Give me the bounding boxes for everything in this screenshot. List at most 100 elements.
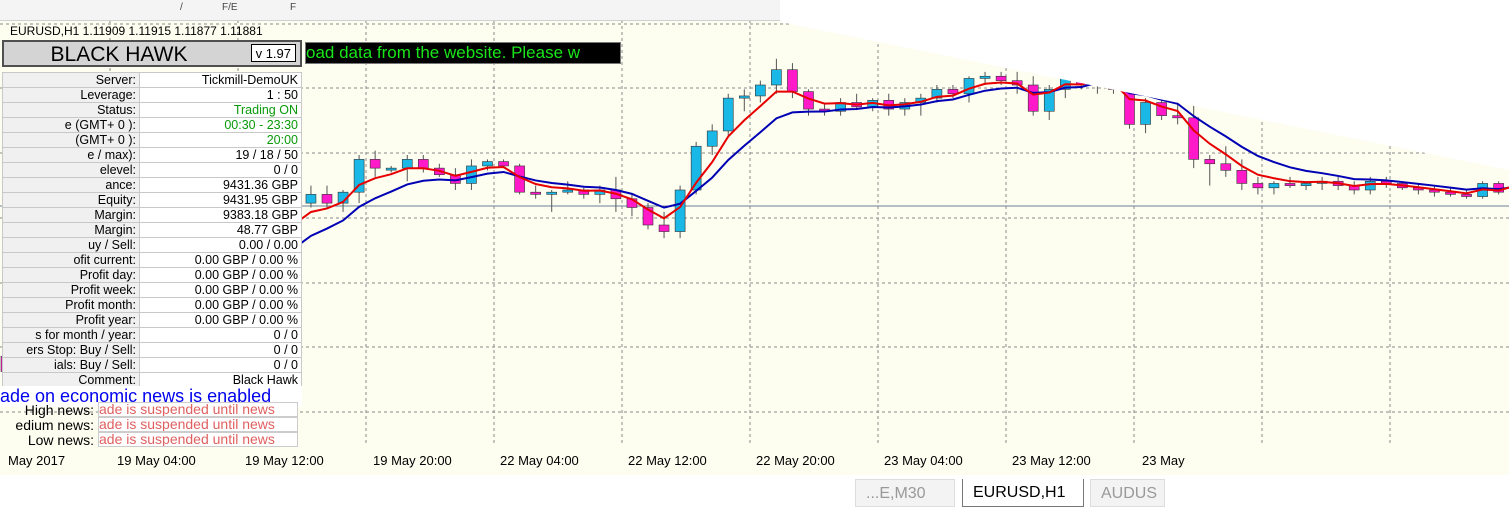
candle-bear <box>498 161 509 167</box>
news-label: edium news: <box>15 417 94 433</box>
news-value: ade is suspended until news <box>98 402 298 417</box>
info-row: s for month / year: 0 / 0 <box>2 327 302 343</box>
time-axis-label: May 2017 <box>8 453 66 468</box>
info-label: Profit year: <box>2 312 140 328</box>
info-value: 9431.36 GBP <box>139 177 302 193</box>
news-row: High news: ade is suspended until news <box>0 402 302 418</box>
info-row: ofit current: 0.00 GBP / 0.00 % <box>2 252 302 268</box>
info-row: (GMT+ 0 ): 20:00 <box>2 132 302 148</box>
candle-bear <box>995 75 1007 81</box>
candle-bull <box>963 78 975 95</box>
candle-bull <box>562 189 574 193</box>
info-label: Status: <box>2 102 140 118</box>
candle-bull <box>1268 183 1280 189</box>
candle-bull <box>385 167 397 171</box>
info-value: 0.00 GBP / 0.00 % <box>139 312 302 328</box>
candle-bear <box>417 159 429 169</box>
candle-bear <box>1236 170 1248 184</box>
info-label: ers Stop: Buy / Sell: <box>2 342 140 358</box>
candle-bear <box>787 69 798 92</box>
info-row: Profit month: 0.00 GBP / 0.00 % <box>2 297 302 313</box>
version-badge: v 1.97 <box>250 44 296 62</box>
candle-bear <box>321 194 333 204</box>
time-axis-label: 19 May 04:00 <box>117 453 196 468</box>
info-row: elevel: 0 / 0 <box>2 162 302 178</box>
news-label: High news: <box>24 402 94 418</box>
info-label: s for month / year: <box>2 327 140 343</box>
info-label: ance: <box>2 177 140 193</box>
candle-bull <box>1140 102 1151 125</box>
info-label: Margin: <box>2 222 140 238</box>
info-panel: Server: Tickmill-DemoUK Leverage: 1 : 50 Sta… <box>2 72 302 388</box>
info-value: Trading ON <box>139 102 302 118</box>
info-row: ials: Buy / Sell: 0 / 0 <box>2 357 302 373</box>
info-value: 0 / 0 <box>139 162 302 178</box>
symbol-quote-line: EURUSD,H1 1.11909 1.11915 1.11877 1.1188… <box>10 24 263 38</box>
candle-bear <box>1108 67 1119 90</box>
info-label: Profit month: <box>2 297 140 313</box>
info-value: 0 / 0 <box>139 357 302 373</box>
toolbar-fragment[interactable]: F <box>290 2 296 13</box>
info-value: 0.00 / 0.00 <box>139 237 302 253</box>
candle-bull <box>979 75 991 79</box>
tab-audusd[interactable]: AUDUS <box>1090 479 1165 507</box>
time-axis-label: 19 May 12:00 <box>245 453 324 468</box>
tab-label: EURUSD,H1 <box>973 484 1066 501</box>
toolbar-strip: / F/E F <box>0 0 780 21</box>
info-label: ofit current: <box>2 252 140 268</box>
candle-bull <box>1364 180 1376 191</box>
candle-bull <box>401 159 413 169</box>
info-label: Profit week: <box>2 282 140 298</box>
info-label: Margin: <box>2 207 140 223</box>
info-row: uy / Sell: 0.00 / 0.00 <box>2 237 302 253</box>
candle-bull <box>305 194 317 204</box>
info-row: e / max): 19 / 18 / 50 <box>2 147 302 163</box>
news-value: ade is suspended until news <box>98 432 298 447</box>
panel-title-box: BLACK HAWK v 1.97 <box>2 40 302 67</box>
info-row: ers Stop: Buy / Sell: 0 / 0 <box>2 342 302 358</box>
info-label: Equity: <box>2 192 140 208</box>
info-value: 00:30 - 23:30 <box>139 117 302 133</box>
time-axis-label: 23 May <box>1142 453 1185 468</box>
toolbar-fragment[interactable]: / <box>180 2 183 13</box>
candle-bull <box>466 165 477 184</box>
candle-bear <box>1188 117 1199 160</box>
time-axis-label: 22 May 20:00 <box>756 453 835 468</box>
info-row: e (GMT+ 0 ): 00:30 - 23:30 <box>2 117 302 133</box>
candle-bull <box>771 69 782 86</box>
info-row: Profit year: 0.00 GBP / 0.00 % <box>2 312 302 328</box>
candle-bull <box>1300 183 1312 186</box>
info-row: Status: Trading ON <box>2 102 302 118</box>
info-row: Equity: 9431.95 GBP <box>2 192 302 208</box>
info-label: uy / Sell: <box>2 237 140 253</box>
time-axis-label: 23 May 12:00 <box>1012 453 1091 468</box>
candle-bear <box>1076 71 1087 86</box>
info-label: Server: <box>2 72 140 88</box>
candle-bull <box>755 84 766 97</box>
candle-bull <box>546 191 558 195</box>
info-row: Margin: 48.77 GBP <box>2 222 302 238</box>
info-value: 0.00 GBP / 0.00 % <box>139 252 302 268</box>
info-value: 0.00 GBP / 0.00 % <box>139 297 302 313</box>
candle-bull <box>1092 67 1103 86</box>
tab-chart-m30[interactable]: ...E,M30 <box>855 479 955 507</box>
candle-bear <box>530 191 541 195</box>
toolbar-fragment[interactable]: F/E <box>222 2 238 13</box>
info-value: 20:00 <box>139 132 302 148</box>
tab-label: ...E,M30 <box>866 485 926 502</box>
info-value: 0 / 0 <box>139 342 302 358</box>
info-value: 1 : 50 <box>139 87 302 103</box>
info-row: Profit day: 0.00 GBP / 0.00 % <box>2 267 302 283</box>
info-label: Profit day: <box>2 267 140 283</box>
news-row: edium news: ade is suspended until news <box>0 417 302 433</box>
info-row: Margin: 9383.18 GBP <box>2 207 302 223</box>
time-axis-label: 19 May 20:00 <box>373 453 452 468</box>
info-label: Leverage: <box>2 87 140 103</box>
candle-bear <box>1284 183 1296 186</box>
info-value: 9431.95 GBP <box>139 192 302 208</box>
time-axis-label: 22 May 12:00 <box>628 453 707 468</box>
candle-bear <box>1252 183 1264 189</box>
tab-eurusd-h1[interactable]: EURUSD,H1 <box>962 479 1084 507</box>
candle-bear <box>1220 163 1232 171</box>
panel-title: BLACK HAWK <box>50 43 188 66</box>
